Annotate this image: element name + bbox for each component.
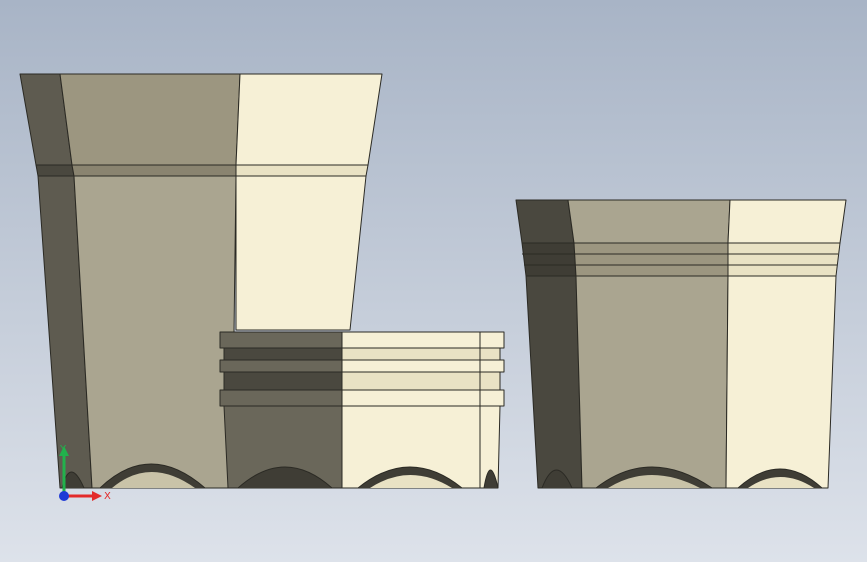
tall-pot-rim-mid bbox=[59, 73, 241, 166]
medium-pot-rim-dark bbox=[515, 199, 575, 244]
triad-x-arrowhead bbox=[92, 491, 102, 501]
triad-z-axis-dot bbox=[59, 491, 69, 501]
short-pot-ring3-light bbox=[341, 371, 501, 391]
short-pot-rim-dark bbox=[219, 331, 343, 349]
model-viewport[interactable] bbox=[0, 0, 867, 562]
medium-pot-body-mid bbox=[575, 275, 729, 489]
short-pot-ring3-dark bbox=[223, 371, 343, 391]
short-pot-ring4-dark bbox=[219, 389, 343, 407]
coordinate-triad: Y X bbox=[59, 444, 111, 502]
short-flower-pot[interactable] bbox=[219, 331, 505, 489]
medium-pot-band-light bbox=[727, 242, 841, 277]
triad-y-label: Y bbox=[59, 444, 67, 455]
tall-pot-band-dark bbox=[35, 164, 75, 177]
tall-pot-band-mid bbox=[71, 164, 237, 177]
medium-pot-rim-light bbox=[727, 199, 847, 244]
tall-pot-body-light bbox=[235, 175, 367, 331]
medium-pot-band-mid bbox=[573, 242, 729, 277]
medium-pot-rim-mid bbox=[567, 199, 731, 244]
short-pot-ring1-light bbox=[341, 347, 501, 361]
tall-pot-rim-light bbox=[235, 73, 383, 166]
medium-pot-body-light bbox=[725, 275, 837, 489]
tall-pot-band-light bbox=[235, 164, 369, 177]
short-pot-ring2-dark bbox=[219, 359, 343, 373]
medium-pot-band-dark bbox=[521, 242, 577, 277]
triad-x-label: X bbox=[104, 491, 111, 502]
short-pot-ring1-dark bbox=[223, 347, 343, 361]
medium-flower-pot[interactable] bbox=[515, 199, 847, 489]
